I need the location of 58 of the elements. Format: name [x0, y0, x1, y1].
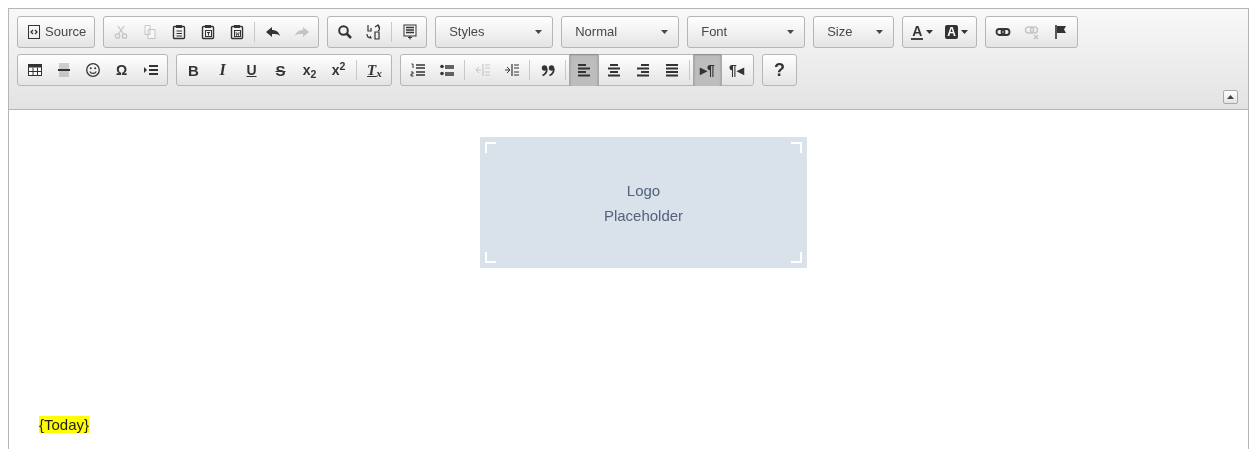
table-icon: [26, 62, 43, 78]
unlink-icon: [1023, 24, 1040, 40]
redo-icon: [293, 24, 310, 40]
bold-button[interactable]: B: [179, 54, 208, 86]
caret-icon: [661, 30, 669, 34]
logo-placeholder[interactable]: Logo Placeholder: [480, 137, 807, 268]
copy-icon: [141, 24, 158, 40]
flag-icon: [1052, 24, 1069, 40]
format-dropdown[interactable]: Normal: [561, 16, 680, 48]
italic-button[interactable]: I: [208, 54, 237, 86]
bullet-list-icon: [438, 62, 455, 78]
search-icon: [336, 24, 353, 40]
text-color-button[interactable]: A: [905, 16, 940, 48]
caret-icon: [535, 30, 543, 34]
document-code-icon: [26, 24, 42, 40]
align-left-icon: [576, 62, 592, 78]
toolbar-button[interactable]: ¶◂: [722, 54, 751, 86]
indent-icon: [503, 62, 520, 78]
align-center-icon: [605, 62, 622, 78]
script-button[interactable]: x$_{2}$: [295, 54, 324, 86]
clipboard-icon: [199, 24, 216, 40]
caret-icon: [961, 30, 968, 34]
document-lines-icon: [401, 24, 418, 40]
replace-icon: [365, 24, 382, 40]
caret-icon: [787, 30, 795, 34]
toolbar-button[interactable]: Ω: [107, 54, 136, 86]
numbered-list-icon: [409, 62, 426, 78]
outdent-icon: [474, 62, 491, 78]
button-label: Source: [45, 23, 87, 42]
format-dropdown[interactable]: Font: [687, 16, 806, 48]
script-button[interactable]: x$^{2}$: [324, 54, 353, 86]
clipboard-icon: [228, 24, 245, 40]
undo-icon: [264, 24, 281, 40]
help-button[interactable]: ?: [765, 54, 794, 86]
align-left-button[interactable]: [569, 54, 599, 86]
collapse-toolbar-button[interactable]: [1223, 90, 1238, 104]
strikethrough-button[interactable]: S: [266, 54, 295, 86]
caret-icon: [1227, 95, 1234, 99]
indent-lines-icon: [142, 62, 159, 78]
format-dropdown[interactable]: Styles: [435, 16, 554, 48]
scissors-icon: [112, 24, 129, 40]
justify-icon: [663, 62, 680, 78]
remove-format-button[interactable]: T$_{x}$: [360, 54, 389, 86]
clipboard-icon: [170, 24, 187, 40]
source-button[interactable]: Source: [20, 16, 93, 48]
horizontal-line-icon: [55, 62, 72, 78]
merge-field-text: {Today}: [39, 415, 90, 433]
underline-button[interactable]: U: [237, 54, 266, 86]
quote-icon: [539, 62, 556, 78]
placeholder-text: Placeholder: [603, 205, 684, 226]
align-right-icon: [634, 62, 651, 78]
placeholder-text: Logo: [626, 180, 661, 201]
format-dropdown[interactable]: Size: [813, 16, 895, 48]
smiley-icon: [84, 62, 101, 78]
caret-icon: [926, 30, 934, 34]
toolbar-button[interactable]: ▸¶: [693, 54, 722, 86]
background-color-button[interactable]: A: [939, 16, 974, 48]
caret-icon: [876, 30, 884, 34]
